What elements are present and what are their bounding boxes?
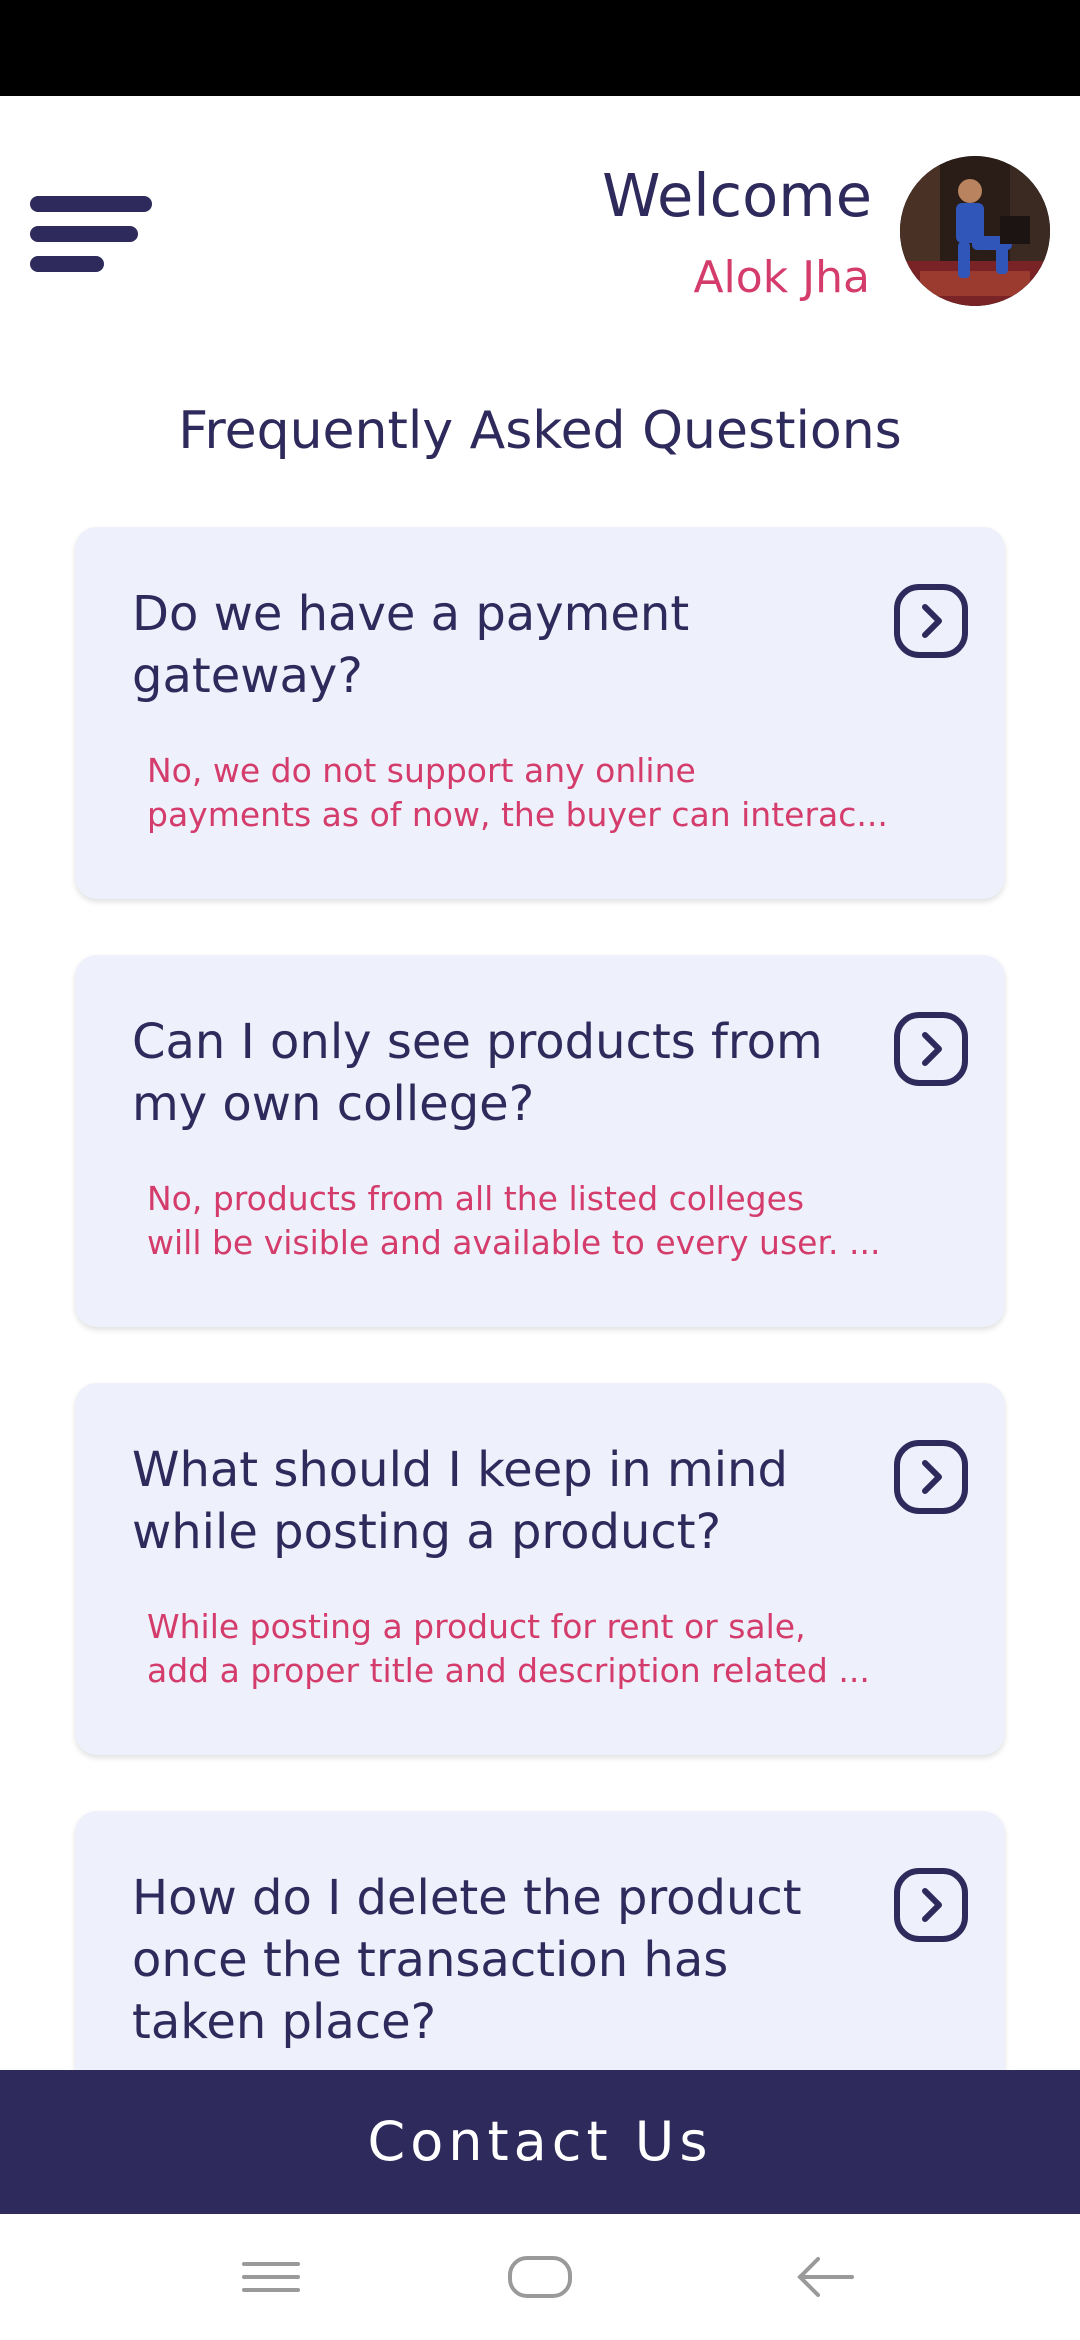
- faq-answer: No, products from all the listed college…: [147, 1179, 881, 1262]
- faq-answer: While posting a product for rent or sale…: [147, 1607, 870, 1690]
- chevron-right-icon[interactable]: [893, 1867, 969, 1943]
- system-nav-bar: [0, 2214, 1080, 2340]
- welcome-text: Welcome: [602, 161, 872, 230]
- chevron-right-icon[interactable]: [893, 1011, 969, 1087]
- home-icon[interactable]: [495, 2244, 585, 2310]
- faq-answer: No, we do not support any online payment…: [147, 751, 888, 834]
- contact-us-button[interactable]: Contact Us: [0, 2070, 1080, 2214]
- hamburger-menu-icon[interactable]: [30, 196, 152, 276]
- faq-card[interactable]: Can I only see products from my own coll…: [75, 955, 1005, 1327]
- status-bar: [0, 0, 1080, 96]
- chevron-right-icon[interactable]: [893, 583, 969, 659]
- page-title: Frequently Asked Questions: [178, 401, 902, 461]
- faq-card[interactable]: Do we have a payment gateway? No, we do …: [75, 527, 1005, 899]
- recent-apps-icon[interactable]: [226, 2244, 316, 2310]
- faq-question: Can I only see products from my own coll…: [132, 1014, 823, 1132]
- avatar[interactable]: [900, 156, 1050, 306]
- user-name: Alok Jha: [693, 252, 870, 303]
- faq-question: What should I keep in mind while posting…: [132, 1442, 788, 1560]
- chevron-right-icon[interactable]: [893, 1439, 969, 1515]
- faq-question: Do we have a payment gateway?: [132, 586, 690, 704]
- back-icon[interactable]: [780, 2244, 870, 2310]
- faq-question: How do I delete the product once the tra…: [132, 1870, 802, 2050]
- faq-card[interactable]: What should I keep in mind while posting…: [75, 1383, 1005, 1755]
